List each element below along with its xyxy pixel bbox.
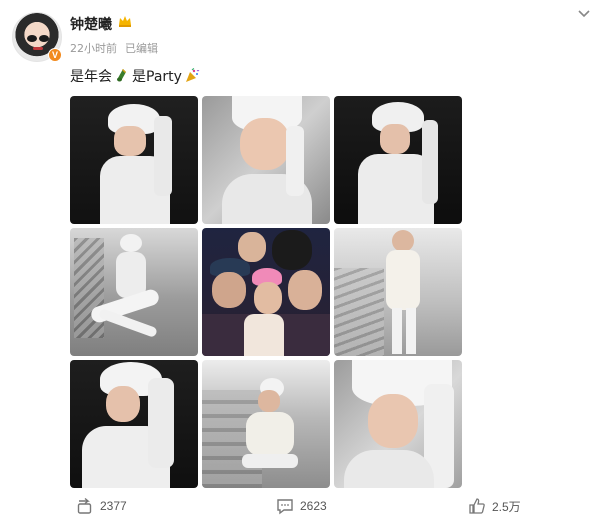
photo-thumbnail[interactable] <box>202 228 330 356</box>
champagne-icon <box>117 69 126 82</box>
chevron-down-icon[interactable] <box>576 8 592 20</box>
photo-thumbnail[interactable] <box>70 228 198 356</box>
avatar-eye <box>27 35 37 42</box>
photo-thumbnail[interactable] <box>70 96 198 224</box>
post-text-part2: 是Party <box>132 69 182 85</box>
photo-thumbnail[interactable] <box>334 360 462 488</box>
post-meta: 22小时前 已编辑 <box>70 40 158 56</box>
repost-button[interactable]: 2377 <box>76 497 127 515</box>
post-time[interactable]: 22小时前 <box>70 40 117 56</box>
weibo-post-card: V 钟楚曦 22小时前 已编辑 是年会 是Party 2377 2623 2.5… <box>0 0 600 521</box>
post-text-part1: 是年会 <box>70 69 112 85</box>
photo-thumbnail[interactable] <box>334 228 462 356</box>
like-button[interactable]: 2.5万 <box>468 497 521 515</box>
photo-thumbnail[interactable] <box>202 96 330 224</box>
username[interactable]: 钟楚曦 <box>70 14 112 34</box>
post-text: 是年会 是Party <box>70 66 200 86</box>
avatar-eye <box>39 35 49 42</box>
avatar-mouth <box>33 47 43 50</box>
like-count: 2.5万 <box>492 499 521 514</box>
like-icon <box>469 498 485 514</box>
photo-thumbnail[interactable] <box>70 360 198 488</box>
comment-icon <box>277 499 293 515</box>
repost-count: 2377 <box>100 499 127 513</box>
comment-count: 2623 <box>300 499 327 513</box>
action-bar: 2377 2623 2.5万 <box>0 490 600 521</box>
edited-label[interactable]: 已编辑 <box>125 40 158 56</box>
verified-badge-icon: V <box>48 48 62 62</box>
crown-icon <box>119 16 131 27</box>
repost-icon <box>77 497 92 514</box>
photo-thumbnail[interactable] <box>334 96 462 224</box>
photo-grid <box>70 96 462 488</box>
photo-thumbnail[interactable] <box>202 360 330 488</box>
comment-button[interactable]: 2623 <box>276 497 327 515</box>
party-popper-icon <box>185 68 200 82</box>
